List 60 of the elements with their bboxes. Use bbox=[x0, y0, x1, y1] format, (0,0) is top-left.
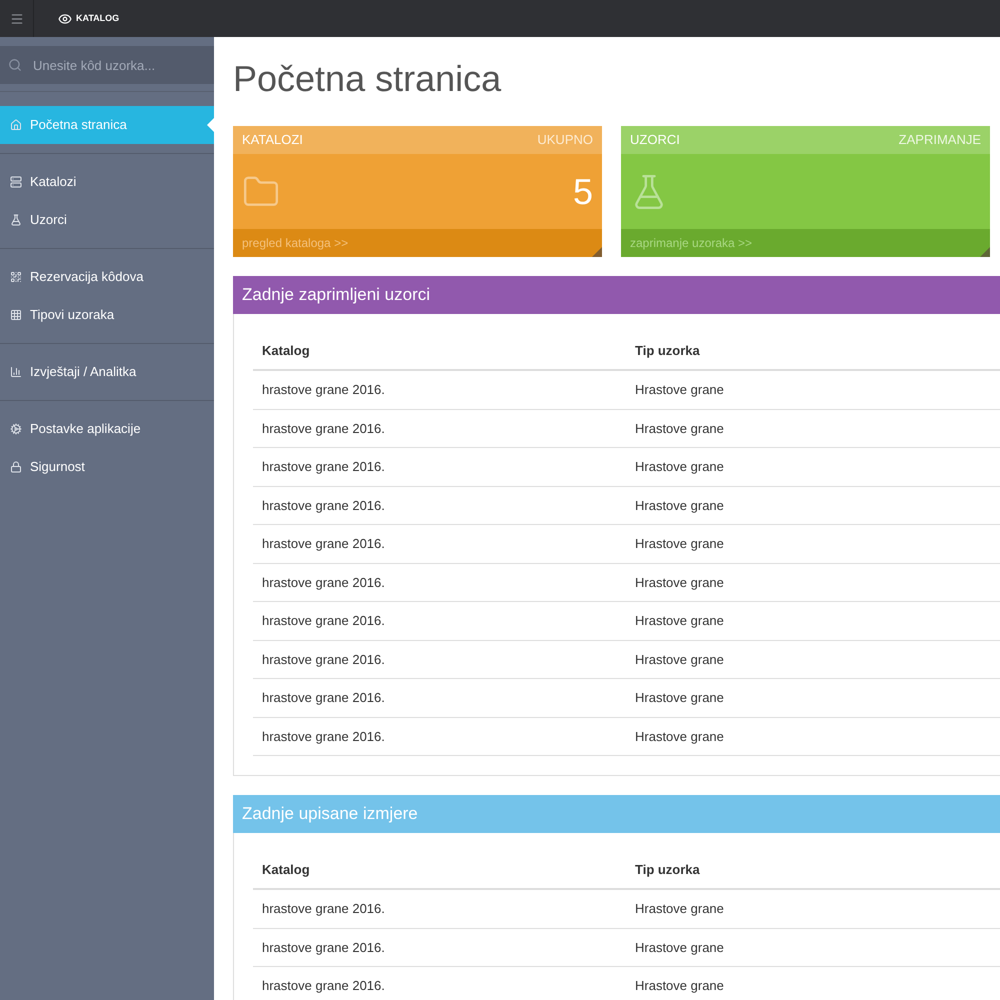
tile-subtitle: UKUPNO bbox=[537, 131, 593, 150]
sidebar-item[interactable]: Postavke aplikacije bbox=[0, 410, 214, 448]
tile-value: 5 bbox=[572, 170, 593, 214]
table-cell-text: hrastove grane 2016. bbox=[261, 612, 386, 630]
list-icon bbox=[10, 176, 22, 188]
table-cell-text: hrastove grane 2016. bbox=[261, 535, 386, 553]
grid-icon bbox=[10, 309, 22, 321]
table-cell-text: Hrastove grane bbox=[634, 728, 725, 746]
app-logo[interactable]: KATALOG bbox=[76, 12, 120, 26]
table-cell-text: hrastove grane 2016. bbox=[261, 420, 386, 438]
table-cell-text: Hrastove grane bbox=[634, 574, 725, 592]
qr-code-icon bbox=[10, 271, 22, 283]
column-header: Katalog bbox=[261, 861, 311, 880]
sidebar-item[interactable]: Sigurnost bbox=[0, 448, 214, 486]
sidebar-item[interactable]: Katalozi bbox=[0, 163, 214, 201]
table-cell-text: hrastove grane 2016. bbox=[261, 689, 386, 707]
home-icon bbox=[10, 119, 22, 131]
eye-icon bbox=[58, 12, 72, 26]
flask-icon bbox=[10, 214, 22, 226]
table-cell-text: Hrastove grane bbox=[634, 535, 725, 553]
table-cell-text: Hrastove grane bbox=[634, 612, 725, 630]
table-cell-text: Hrastove grane bbox=[634, 458, 725, 476]
table-cell-text: hrastove grane 2016. bbox=[261, 458, 386, 476]
table-cell-text: Hrastove grane bbox=[634, 650, 725, 669]
bar-chart-icon bbox=[10, 366, 22, 378]
tile-subtitle: ZAPRIMANJE bbox=[898, 131, 981, 150]
gears-icon bbox=[10, 423, 22, 435]
table-cell-text: hrastove grane 2016. bbox=[261, 496, 386, 515]
table-cell-text: hrastove grane 2016. bbox=[261, 900, 386, 918]
table-cell-text: hrastove grane 2016. bbox=[261, 650, 386, 669]
tile-title: KATALOZI bbox=[242, 131, 303, 150]
sidebar-item[interactable]: Izvještaji / Analitka bbox=[0, 353, 214, 391]
table-cell-text: Hrastove grane bbox=[634, 420, 725, 438]
table-cell-text: Hrastove grane bbox=[634, 689, 725, 707]
table-cell-text: Hrastove grane bbox=[634, 496, 725, 515]
panel-title: Zadnje zaprimljeni uzorci bbox=[242, 284, 430, 306]
tile-title: UZORCI bbox=[630, 131, 680, 150]
table-cell-text: hrastove grane 2016. bbox=[261, 381, 386, 399]
active-pointer-icon bbox=[207, 118, 214, 132]
sidebar-item[interactable]: Uzorci bbox=[0, 201, 214, 239]
column-header: Katalog bbox=[261, 342, 311, 360]
table-cell-text: hrastove grane 2016. bbox=[261, 574, 386, 592]
sidebar-item[interactable]: Rezervacija kôdova bbox=[0, 258, 214, 296]
table-cell-text: Hrastove grane bbox=[634, 938, 725, 957]
column-header: Tip uzorka bbox=[634, 342, 701, 360]
fold-corner-icon bbox=[592, 247, 602, 257]
column-header: Tip uzorka bbox=[634, 861, 701, 880]
lock-icon bbox=[10, 461, 22, 473]
fold-corner-icon bbox=[980, 247, 990, 257]
panel-title: Zadnje upisane izmjere bbox=[242, 803, 418, 826]
table-cell-text: hrastove grane 2016. bbox=[261, 728, 386, 746]
sidebar-item[interactable]: Tipovi uzoraka bbox=[0, 296, 214, 334]
table-cell-text: Hrastove grane bbox=[634, 977, 725, 995]
page-title: Početna stranica bbox=[233, 57, 502, 101]
search-icon bbox=[8, 58, 22, 72]
table-cell-text: Hrastove grane bbox=[634, 381, 725, 399]
table-cell-text: Hrastove grane bbox=[634, 900, 725, 918]
table-cell-text: hrastove grane 2016. bbox=[261, 977, 386, 995]
table-cell-text: hrastove grane 2016. bbox=[261, 938, 386, 957]
search-field[interactable]: Unesite kôd uzorka... bbox=[0, 46, 214, 84]
